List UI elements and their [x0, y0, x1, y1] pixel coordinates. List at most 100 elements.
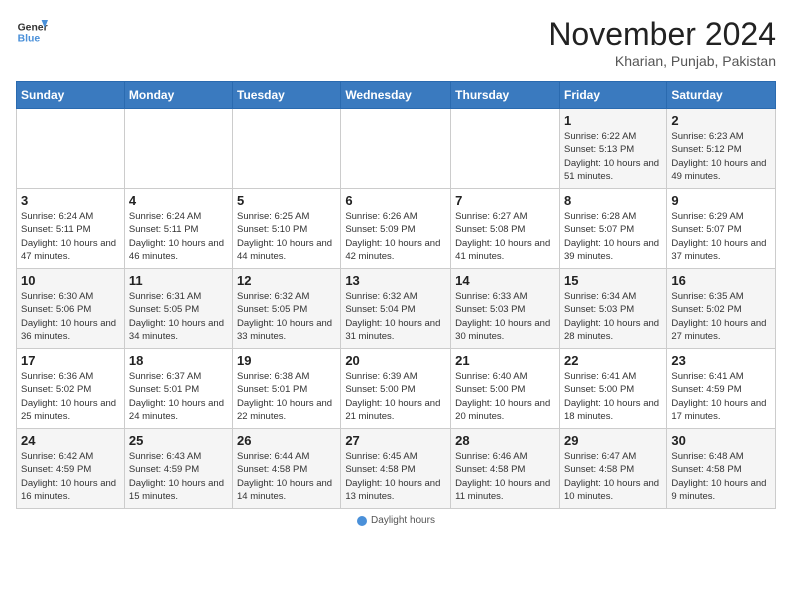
- day-info: Sunrise: 6:37 AM Sunset: 5:01 PM Dayligh…: [129, 370, 228, 423]
- calendar-cell: [341, 109, 451, 189]
- calendar-cell: 2Sunrise: 6:23 AM Sunset: 5:12 PM Daylig…: [667, 109, 776, 189]
- day-number: 11: [129, 273, 228, 288]
- day-number: 18: [129, 353, 228, 368]
- calendar-week-2: 3 Sunrise: 6:24 AM Sunset: 5:11 PM Daylig…: [17, 189, 776, 269]
- daylight-label: Daylight hours: [371, 515, 435, 526]
- day-info: Sunrise: 6:32 AM Sunset: 5:04 PM Dayligh…: [345, 290, 446, 343]
- logo: General Blue: [16, 16, 48, 48]
- calendar-cell: 26Sunrise: 6:44 AM Sunset: 4:58 PM Dayli…: [233, 429, 341, 509]
- month-year-title: November 2024: [548, 16, 776, 53]
- day-number: 4: [129, 193, 228, 208]
- day-header-sunday: Sunday: [17, 82, 125, 109]
- day-info: Sunrise: 6:41 AM Sunset: 5:00 PM Dayligh…: [564, 370, 662, 423]
- day-number: 21: [455, 353, 555, 368]
- day-number: 7: [455, 193, 555, 208]
- day-number: 17: [21, 353, 120, 368]
- calendar-cell: 17 Sunrise: 6:36 AM Sunset: 5:02 PM Dayli…: [17, 349, 125, 429]
- calendar-cell: 11 Sunrise: 6:31 AM Sunset: 5:05 PM Dayli…: [124, 269, 232, 349]
- calendar-cell: 1 Sunrise: 6:22 AM Sunset: 5:13 PM Daylig…: [559, 109, 666, 189]
- calendar-cell: 8 Sunrise: 6:28 AM Sunset: 5:07 PM Daylig…: [559, 189, 666, 269]
- calendar-cell: 19 Sunrise: 6:38 AM Sunset: 5:01 PM Dayli…: [233, 349, 341, 429]
- day-number: 12: [237, 273, 336, 288]
- day-number: 1: [564, 113, 662, 128]
- day-info: Sunrise: 6:30 AM Sunset: 5:06 PM Dayligh…: [21, 290, 120, 343]
- calendar-cell: 18 Sunrise: 6:37 AM Sunset: 5:01 PM Dayli…: [124, 349, 232, 429]
- day-info: Sunrise: 6:42 AM Sunset: 4:59 PM Dayligh…: [21, 450, 120, 503]
- day-number: 8: [564, 193, 662, 208]
- calendar-cell: 20 Sunrise: 6:39 AM Sunset: 5:00 PM Dayli…: [341, 349, 451, 429]
- calendar-cell: [124, 109, 232, 189]
- day-header-monday: Monday: [124, 82, 232, 109]
- day-number: 22: [564, 353, 662, 368]
- day-info: Sunrise: 6:39 AM Sunset: 5:00 PM Dayligh…: [345, 370, 446, 423]
- day-info: Sunrise: 6:40 AM Sunset: 5:00 PM Dayligh…: [455, 370, 555, 423]
- day-number: 14: [455, 273, 555, 288]
- day-info: Sunrise: 6:46 AM Sunset: 4:58 PM Dayligh…: [455, 450, 555, 503]
- calendar-cell: 24 Sunrise: 6:42 AM Sunset: 4:59 PM Dayli…: [17, 429, 125, 509]
- day-info: Sunrise: 6:48 AM Sunset: 4:58 PM Dayligh…: [671, 450, 771, 503]
- calendar-header: SundayMondayTuesdayWednesdayThursdayFrid…: [17, 82, 776, 109]
- day-header-row: SundayMondayTuesdayWednesdayThursdayFrid…: [17, 82, 776, 109]
- page-header: General Blue November 2024 Kharian, Punj…: [16, 16, 776, 69]
- day-info: Sunrise: 6:36 AM Sunset: 5:02 PM Dayligh…: [21, 370, 120, 423]
- svg-text:Blue: Blue: [18, 34, 41, 45]
- day-number: 15: [564, 273, 662, 288]
- day-number: 26: [237, 433, 336, 448]
- day-number: 25: [129, 433, 228, 448]
- calendar-week-5: 24 Sunrise: 6:42 AM Sunset: 4:59 PM Dayli…: [17, 429, 776, 509]
- day-header-saturday: Saturday: [667, 82, 776, 109]
- calendar-week-1: 1 Sunrise: 6:22 AM Sunset: 5:13 PM Daylig…: [17, 109, 776, 189]
- legend-item-daylight: Daylight hours: [357, 515, 435, 526]
- calendar-cell: 21 Sunrise: 6:40 AM Sunset: 5:00 PM Dayli…: [451, 349, 560, 429]
- day-number: 10: [21, 273, 120, 288]
- calendar-cell: 4Sunrise: 6:24 AM Sunset: 5:11 PM Daylig…: [124, 189, 232, 269]
- calendar-table: SundayMondayTuesdayWednesdayThursdayFrid…: [16, 81, 776, 509]
- calendar-cell: 14Sunrise: 6:33 AM Sunset: 5:03 PM Dayli…: [451, 269, 560, 349]
- day-number: 23: [671, 353, 771, 368]
- day-header-thursday: Thursday: [451, 82, 560, 109]
- title-block: November 2024 Kharian, Punjab, Pakistan: [548, 16, 776, 69]
- day-header-friday: Friday: [559, 82, 666, 109]
- day-info: Sunrise: 6:32 AM Sunset: 5:05 PM Dayligh…: [237, 290, 336, 343]
- calendar-cell: 7Sunrise: 6:27 AM Sunset: 5:08 PM Daylig…: [451, 189, 560, 269]
- day-number: 6: [345, 193, 446, 208]
- day-info: Sunrise: 6:43 AM Sunset: 4:59 PM Dayligh…: [129, 450, 228, 503]
- calendar-cell: 27Sunrise: 6:45 AM Sunset: 4:58 PM Dayli…: [341, 429, 451, 509]
- calendar-cell: 28 Sunrise: 6:46 AM Sunset: 4:58 PM Dayli…: [451, 429, 560, 509]
- calendar-week-3: 10 Sunrise: 6:30 AM Sunset: 5:06 PM Dayli…: [17, 269, 776, 349]
- calendar-cell: 3 Sunrise: 6:24 AM Sunset: 5:11 PM Daylig…: [17, 189, 125, 269]
- day-info: Sunrise: 6:25 AM Sunset: 5:10 PM Dayligh…: [237, 210, 336, 263]
- day-number: 16: [671, 273, 771, 288]
- calendar-cell: 25 Sunrise: 6:43 AM Sunset: 4:59 PM Dayli…: [124, 429, 232, 509]
- day-info: Sunrise: 6:28 AM Sunset: 5:07 PM Dayligh…: [564, 210, 662, 263]
- day-info: Sunrise: 6:29 AM Sunset: 5:07 PM Dayligh…: [671, 210, 771, 263]
- calendar-cell: 9 Sunrise: 6:29 AM Sunset: 5:07 PM Daylig…: [667, 189, 776, 269]
- legend: Daylight hours: [16, 515, 776, 526]
- calendar-cell: 13Sunrise: 6:32 AM Sunset: 5:04 PM Dayli…: [341, 269, 451, 349]
- day-number: 9: [671, 193, 771, 208]
- calendar-cell: [233, 109, 341, 189]
- day-header-tuesday: Tuesday: [233, 82, 341, 109]
- day-number: 30: [671, 433, 771, 448]
- calendar-cell: 5Sunrise: 6:25 AM Sunset: 5:10 PM Daylig…: [233, 189, 341, 269]
- day-info: Sunrise: 6:41 AM Sunset: 4:59 PM Dayligh…: [671, 370, 771, 423]
- day-number: 20: [345, 353, 446, 368]
- calendar-cell: [451, 109, 560, 189]
- day-info: Sunrise: 6:38 AM Sunset: 5:01 PM Dayligh…: [237, 370, 336, 423]
- day-header-wednesday: Wednesday: [341, 82, 451, 109]
- day-info: Sunrise: 6:24 AM Sunset: 5:11 PM Dayligh…: [21, 210, 120, 263]
- day-info: Sunrise: 6:22 AM Sunset: 5:13 PM Dayligh…: [564, 130, 662, 183]
- day-number: 29: [564, 433, 662, 448]
- day-number: 3: [21, 193, 120, 208]
- day-number: 2: [671, 113, 771, 128]
- day-number: 24: [21, 433, 120, 448]
- calendar-body: 1 Sunrise: 6:22 AM Sunset: 5:13 PM Daylig…: [17, 109, 776, 509]
- day-info: Sunrise: 6:34 AM Sunset: 5:03 PM Dayligh…: [564, 290, 662, 343]
- logo-icon: General Blue: [16, 16, 48, 48]
- day-number: 28: [455, 433, 555, 448]
- calendar-cell: 30 Sunrise: 6:48 AM Sunset: 4:58 PM Dayli…: [667, 429, 776, 509]
- day-number: 19: [237, 353, 336, 368]
- day-info: Sunrise: 6:31 AM Sunset: 5:05 PM Dayligh…: [129, 290, 228, 343]
- calendar-cell: 12 Sunrise: 6:32 AM Sunset: 5:05 PM Dayli…: [233, 269, 341, 349]
- day-info: Sunrise: 6:26 AM Sunset: 5:09 PM Dayligh…: [345, 210, 446, 263]
